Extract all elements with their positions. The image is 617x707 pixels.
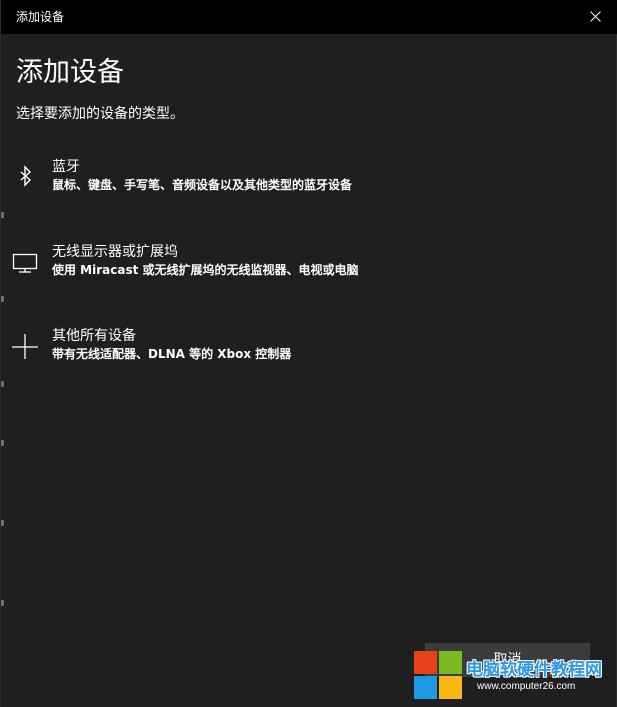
dialog-subtitle: 选择要添加的设备的类型。 <box>16 106 184 122</box>
option-label: 蓝牙 <box>52 159 80 175</box>
windows-logo-icon <box>413 650 463 700</box>
edge-mark <box>1 212 4 218</box>
watermark-url: www.computer26.com <box>477 681 576 692</box>
watermark: 电脑软硬件教程网 www.computer26.com <box>413 650 613 700</box>
bluetooth-icon <box>11 162 39 190</box>
option-description: 鼠标、键盘、手写笔、音频设备以及其他类型的蓝牙设备 <box>52 178 353 192</box>
option-label: 其他所有设备 <box>52 328 136 344</box>
add-device-window: 添加设备 添加设备 选择要添加的设备的类型。 蓝牙 鼠标、键盘、手写笔、音频设备… <box>0 0 617 707</box>
close-icon <box>590 11 601 22</box>
edge-mark <box>1 440 4 446</box>
option-other-devices[interactable]: 其他所有设备 带有无线适配器、DLNA 等的 Xbox 控制器 <box>1 327 421 373</box>
edge-mark <box>1 296 4 302</box>
window-title: 添加设备 <box>16 10 65 24</box>
watermark-title: 电脑软硬件教程网 <box>466 660 602 680</box>
option-label: 无线显示器或扩展坞 <box>52 244 178 260</box>
monitor-icon <box>11 247 39 275</box>
title-bar: 添加设备 <box>1 0 617 34</box>
dialog-heading: 添加设备 <box>16 57 124 88</box>
edge-mark <box>1 600 4 606</box>
edge-mark <box>1 381 4 387</box>
option-bluetooth[interactable]: 蓝牙 鼠标、键盘、手写笔、音频设备以及其他类型的蓝牙设备 <box>1 158 421 204</box>
option-description: 带有无线适配器、DLNA 等的 Xbox 控制器 <box>52 347 292 361</box>
option-wireless-display[interactable]: 无线显示器或扩展坞 使用 Miracast 或无线扩展坞的无线监视器、电视或电脑 <box>1 243 421 289</box>
close-button[interactable] <box>572 0 617 34</box>
edge-mark <box>1 520 4 526</box>
option-description: 使用 Miracast 或无线扩展坞的无线监视器、电视或电脑 <box>52 263 359 277</box>
plus-icon <box>11 331 39 360</box>
